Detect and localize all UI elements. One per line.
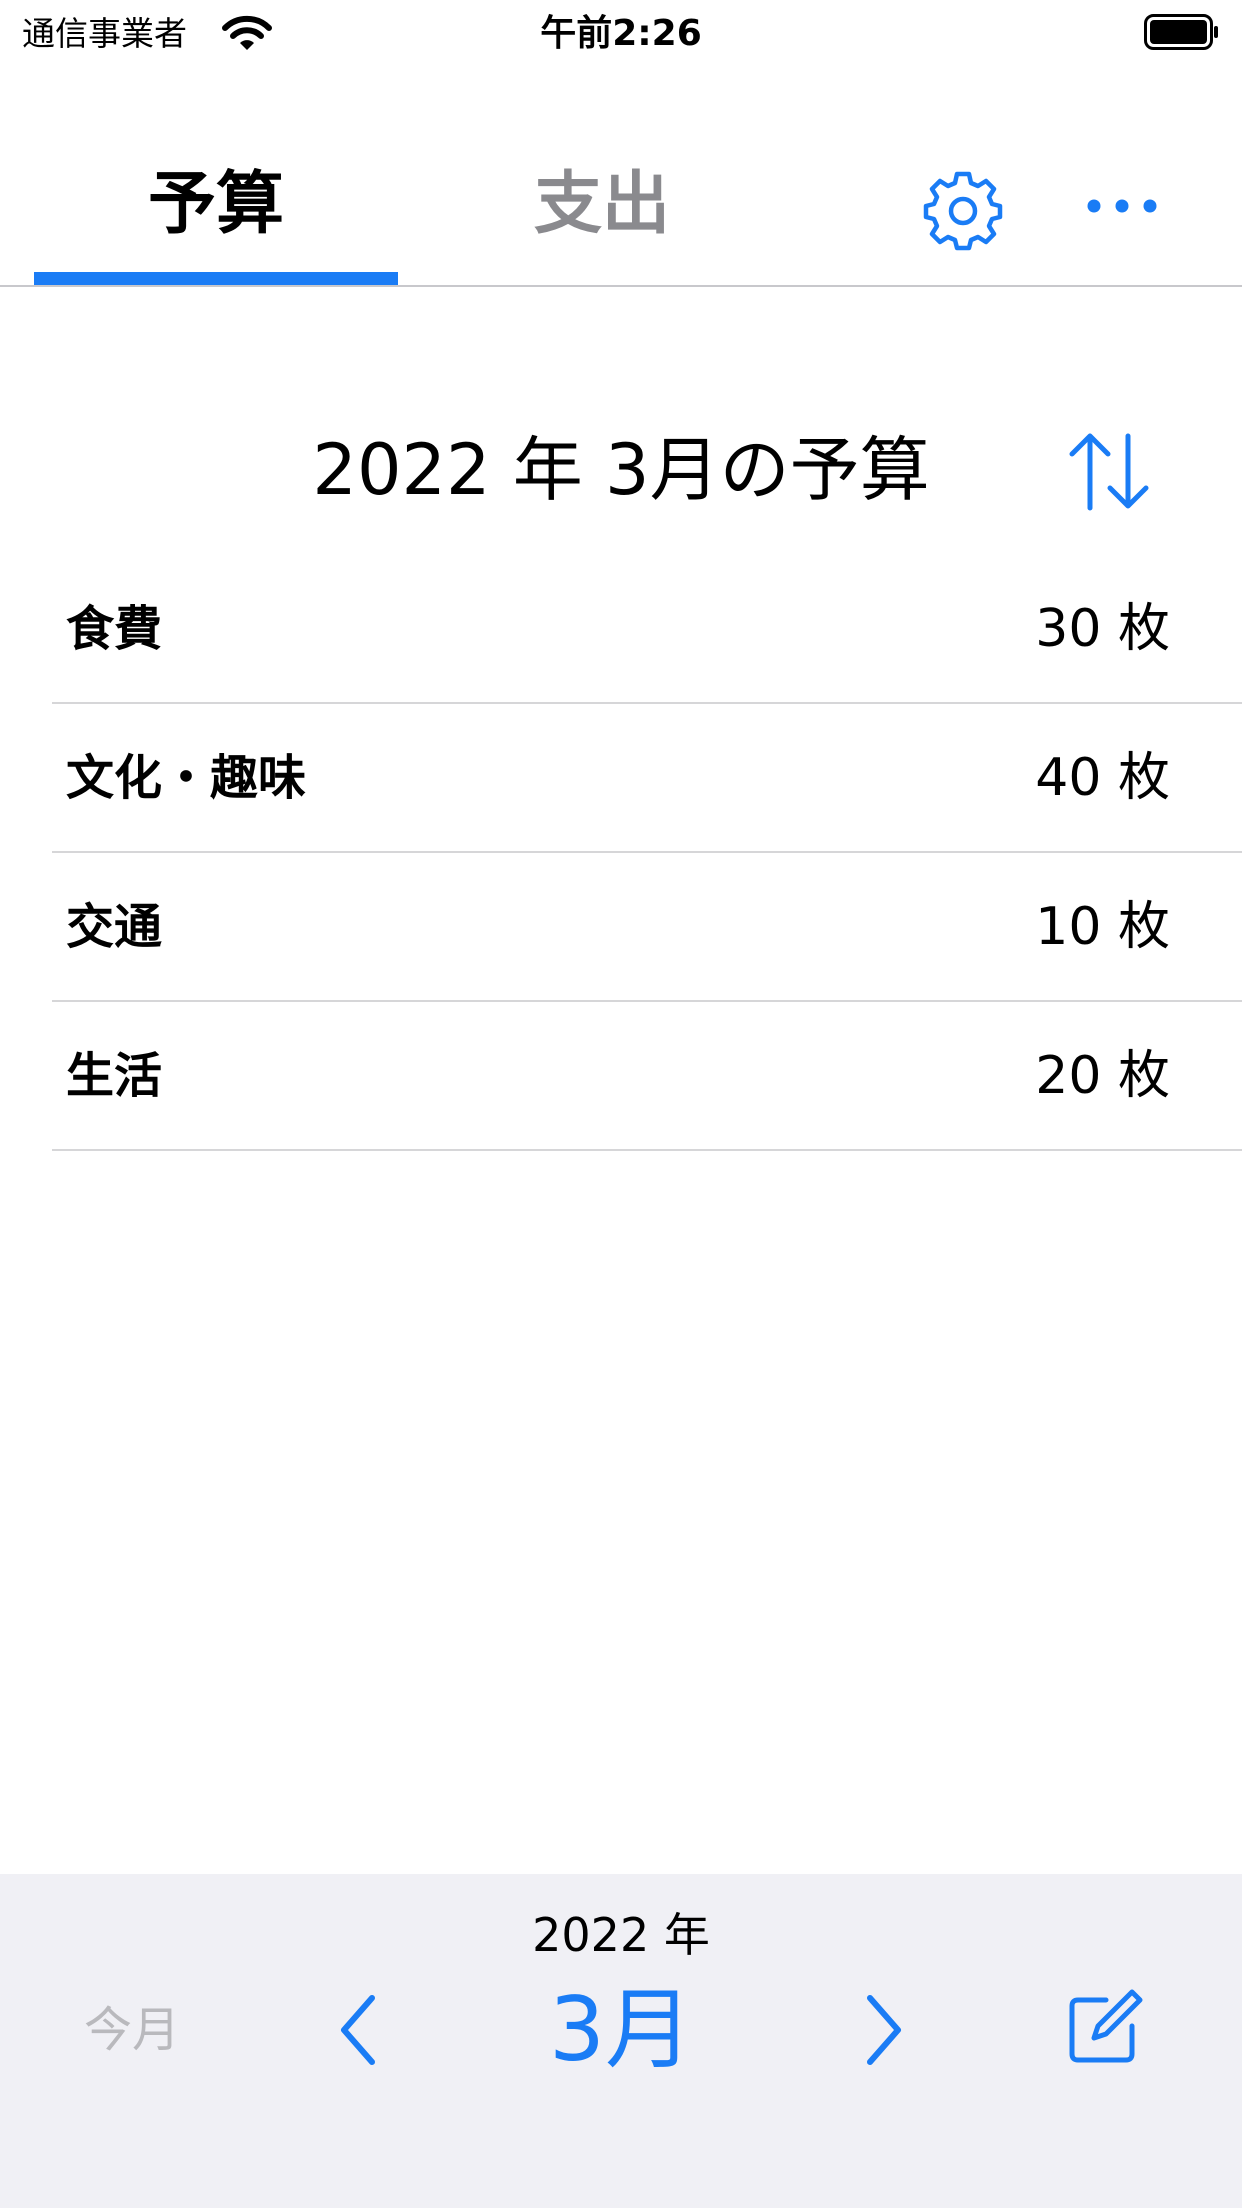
category-value: 30 枚	[1035, 599, 1170, 659]
list-item[interactable]: 食費 30 枚	[52, 555, 1242, 704]
year-label: 2022 年	[532, 1908, 710, 1962]
sort-arrows-icon[interactable]	[1064, 430, 1154, 512]
category-name: 文化・趣味	[66, 750, 307, 806]
list-item[interactable]: 交通 10 枚	[52, 853, 1242, 1002]
row-divider	[52, 1149, 1242, 1151]
category-name: 食費	[66, 601, 163, 657]
category-name: 交通	[66, 899, 163, 955]
tab-expense[interactable]: 支出	[420, 150, 784, 260]
category-value: 40 枚	[1035, 748, 1170, 808]
ellipsis-icon[interactable]	[1082, 186, 1162, 226]
category-value: 20 枚	[1035, 1046, 1170, 1106]
tab-selection-indicator	[34, 272, 398, 285]
battery-icon	[1144, 14, 1218, 50]
compose-icon[interactable]	[1064, 1988, 1144, 2068]
gear-icon[interactable]	[920, 168, 1006, 254]
status-time: 午前2:26	[540, 13, 702, 54]
category-name: 生活	[66, 1048, 163, 1104]
month-label[interactable]: 3月	[0, 1970, 1242, 2090]
list-item[interactable]: 生活 20 枚	[52, 1002, 1242, 1151]
category-value: 10 枚	[1035, 897, 1170, 957]
tab-budget[interactable]: 予算	[34, 150, 398, 260]
chevron-right-icon[interactable]	[858, 1992, 908, 2068]
tab-divider	[0, 285, 1242, 287]
list-item[interactable]: 文化・趣味 40 枚	[52, 704, 1242, 853]
budget-title: 2022 年 3月の予算	[312, 429, 930, 511]
